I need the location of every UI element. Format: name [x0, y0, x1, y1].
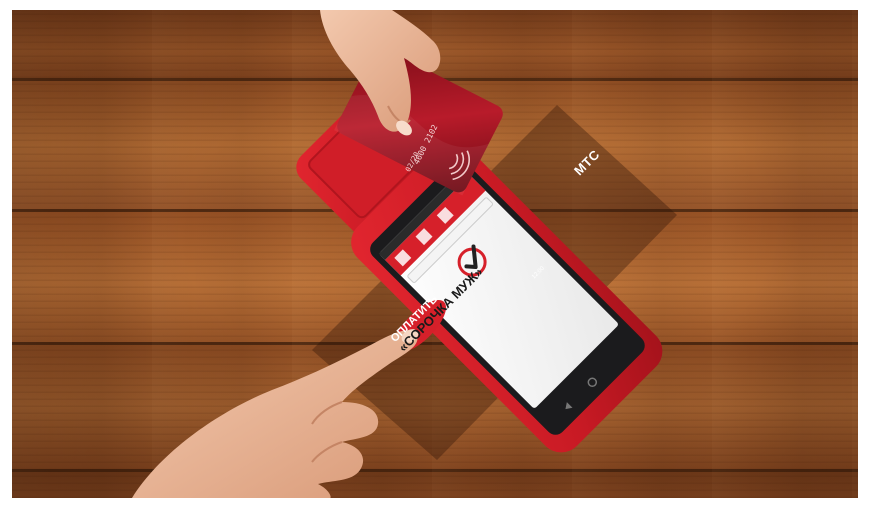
image-frame: МТС «СОРОЧКА МУЖ» ОПЛАТИТЬ 12:00 4600 21… — [0, 0, 870, 508]
product-photo: МТС «СОРОЧКА МУЖ» ОПЛАТИТЬ 12:00 4600 21… — [12, 10, 858, 498]
hand-pressing-button — [132, 329, 419, 498]
scene — [132, 10, 677, 498]
